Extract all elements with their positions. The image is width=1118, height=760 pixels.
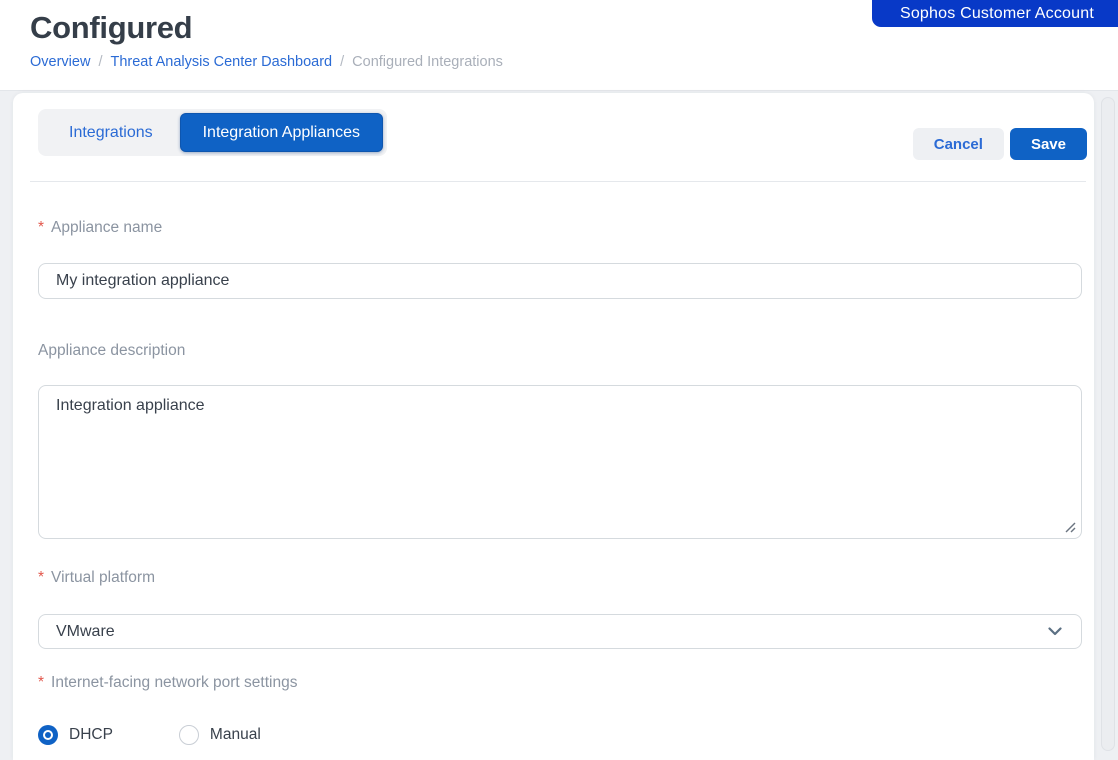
radio-manual-label: Manual bbox=[210, 726, 261, 744]
appliance-name-input[interactable] bbox=[38, 263, 1082, 299]
page-header: Configured Overview / Threat Analysis Ce… bbox=[0, 0, 1118, 91]
chevron-down-icon bbox=[1048, 627, 1062, 636]
virtual-platform-label: * Virtual platform bbox=[38, 569, 1082, 587]
appliance-description-textarea[interactable]: Integration appliance bbox=[38, 385, 1082, 539]
appliance-name-label: * Appliance name bbox=[38, 219, 1082, 237]
radio-manual-unselected-icon bbox=[179, 725, 199, 745]
cancel-button[interactable]: Cancel bbox=[913, 128, 1004, 160]
required-marker: * bbox=[38, 219, 44, 237]
required-marker: * bbox=[38, 674, 44, 692]
virtual-platform-selected-value: VMware bbox=[56, 623, 115, 641]
tab-integrations[interactable]: Integrations bbox=[42, 113, 180, 152]
required-marker: * bbox=[38, 569, 44, 587]
page-title: Configured bbox=[30, 10, 192, 46]
toolbar-divider bbox=[30, 181, 1086, 182]
radio-dhcp-selected-icon bbox=[38, 725, 58, 745]
vertical-scrollbar[interactable] bbox=[1101, 97, 1115, 751]
appliance-description-wrap: Integration appliance bbox=[38, 385, 1082, 539]
virtual-platform-select[interactable]: VMware bbox=[38, 614, 1082, 649]
network-port-radio-row: DHCP Manual bbox=[38, 725, 1082, 745]
toolbar: Integrations Integration Appliances Canc… bbox=[38, 93, 1082, 160]
network-port-settings-label: * Internet-facing network port settings bbox=[38, 674, 1082, 692]
resize-handle-icon[interactable] bbox=[1064, 521, 1076, 533]
breadcrumb-link-threat-analysis-center-dashboard[interactable]: Threat Analysis Center Dashboard bbox=[110, 54, 332, 70]
account-banner[interactable]: Sophos Customer Account bbox=[872, 0, 1118, 27]
breadcrumb-separator: / bbox=[98, 54, 102, 70]
breadcrumb-separator: / bbox=[340, 54, 344, 70]
breadcrumb-link-overview[interactable]: Overview bbox=[30, 54, 90, 70]
tab-group: Integrations Integration Appliances bbox=[38, 109, 387, 156]
content-card: Integrations Integration Appliances Canc… bbox=[13, 93, 1094, 760]
save-button[interactable]: Save bbox=[1010, 128, 1087, 160]
appliance-description-label: Appliance description bbox=[38, 342, 1082, 360]
tab-integration-appliances[interactable]: Integration Appliances bbox=[180, 113, 383, 152]
radio-option-dhcp[interactable]: DHCP bbox=[38, 725, 113, 745]
radio-option-manual[interactable]: Manual bbox=[179, 725, 261, 745]
breadcrumb-current: Configured Integrations bbox=[352, 54, 503, 70]
breadcrumb: Overview / Threat Analysis Center Dashbo… bbox=[30, 54, 503, 70]
radio-dhcp-label: DHCP bbox=[69, 726, 113, 744]
action-buttons: Cancel Save bbox=[913, 128, 1087, 160]
page-body: Integrations Integration Appliances Canc… bbox=[0, 91, 1118, 760]
